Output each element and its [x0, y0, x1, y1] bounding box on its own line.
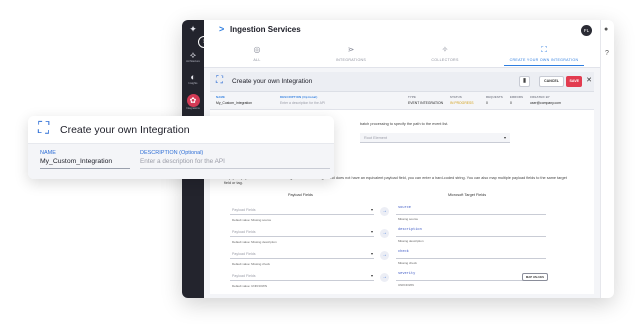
app-title: Ingestion Services — [230, 25, 301, 34]
nav-item-insights[interactable]: ◐ Insights — [184, 72, 202, 85]
target-fields-header: Microsoft Target Fields — [448, 193, 487, 197]
target-field[interactable]: severity UNKNOWN MAP VALUES — [396, 271, 554, 291]
payload-fields-header: Payload Fields — [288, 193, 313, 197]
meta-type: TYPE EVENT INTEGRATION — [408, 95, 444, 105]
cancel-button[interactable]: CANCEL — [539, 76, 564, 87]
arrow-right-icon[interactable]: → — [380, 207, 389, 216]
caret-down-icon: ▾ — [370, 251, 373, 256]
tab-collectors[interactable]: ✧ COLLECTORS — [400, 45, 490, 62]
create-integration-icon: ⛶ — [216, 75, 223, 86]
payload-field-select[interactable]: Payload Fields ▾ Default value: UNKNOWN — [228, 271, 376, 291]
root-element-select[interactable]: Root Element ▾ — [360, 133, 510, 143]
batch-text: batch processing to specify the path to … — [360, 122, 449, 126]
mapping-row: Payload Fields ▾ Default value: Missing … — [228, 249, 554, 269]
panel-header: ⛶ Create your own Integration ▮ CANCEL S… — [210, 72, 594, 92]
panel-title: Create your own Integration — [232, 78, 313, 85]
delete-button[interactable]: ▮ — [519, 76, 530, 87]
integration-meta: NAME My_Custom_Integration DESCRIPTION (… — [210, 92, 594, 110]
meta-status: STATUS IN PROGRESS — [450, 95, 474, 105]
zoom-callout: ⛶ Create your own Integration NAME My_Cu… — [28, 116, 334, 179]
payload-field-select[interactable]: Payload Fields ▾ Default value: Missing … — [228, 205, 376, 225]
callout-title: Create your own Integration — [60, 124, 190, 136]
arrow-right-icon[interactable]: → — [380, 229, 389, 238]
app-header: > Ingestion Services FL — [204, 20, 600, 42]
chat-icon[interactable]: ● — [604, 26, 608, 33]
arrow-right-icon[interactable]: → — [380, 273, 389, 282]
description-label: DESCRIPTION (Optional) — [140, 150, 204, 156]
network-icon: ⟡ — [190, 50, 196, 60]
meta-requests: REQUESTS 0 — [486, 95, 503, 105]
chevron-right-icon: > — [219, 24, 225, 34]
tab-integrations[interactable]: ⋗ INTEGRATIONS — [306, 45, 396, 62]
right-rail: ● ? — [600, 20, 614, 298]
caret-down-icon: ▾ — [370, 229, 373, 234]
moon-icon: ◐ — [190, 72, 196, 82]
target-field[interactable]: check Missing check — [396, 249, 554, 269]
caret-down-icon: ▾ — [370, 273, 373, 278]
trash-icon: ▮ — [522, 78, 527, 84]
name-field[interactable]: My_Custom_Integration — [40, 158, 112, 165]
close-icon[interactable]: ✕ — [586, 76, 592, 84]
logo-icon[interactable]: ✦ — [184, 24, 202, 34]
create-integration-panel: ⛶ Create your own Integration ▮ CANCEL S… — [210, 72, 594, 294]
meta-errors: ERRORS 0 — [510, 95, 524, 105]
description-field[interactable]: Enter a description for the API — [140, 158, 225, 165]
mapping-row: Payload Fields ▾ Default value: Missing … — [228, 227, 554, 247]
caret-down-icon: ▾ — [370, 207, 373, 212]
meta-created-by: CREATED BY user@company.com — [530, 95, 561, 105]
tab-bar: ◎ ALL ⋗ INTEGRATIONS ✧ COLLECTORS ⛶ CREA… — [204, 42, 600, 68]
create-integration-icon: ⛶ — [541, 45, 547, 54]
avatar[interactable]: FL — [581, 25, 592, 36]
save-button[interactable]: SAVE — [566, 76, 582, 87]
collectors-icon: ✧ — [441, 45, 449, 54]
target-field[interactable]: description Missing description — [396, 227, 554, 247]
callout-header: ⛶ Create your own Integration — [28, 116, 334, 144]
caret-down-icon: ▾ — [503, 135, 506, 140]
map-values-button[interactable]: MAP VALUES — [521, 273, 548, 281]
stage: ✦ ⟡ Architecture ◐ Insights ✿ Integratio… — [0, 0, 640, 324]
callout-body: NAME My_Custom_Integration DESCRIPTION (… — [28, 144, 334, 179]
integrations-icon: ✿ — [186, 94, 200, 107]
target-field[interactable]: source Missing source — [396, 205, 554, 225]
tab-all[interactable]: ◎ ALL — [212, 45, 302, 62]
payload-field-select[interactable]: Payload Fields ▾ Default value: Missing … — [228, 249, 376, 269]
nav-item-integrations[interactable]: ✿ Integrations — [184, 94, 202, 110]
name-label: NAME — [40, 150, 56, 156]
mapping-row: Payload Fields ▾ Default value: UNKNOWN … — [228, 271, 554, 291]
nav-item-architecture[interactable]: ⟡ Architecture — [184, 50, 202, 63]
meta-description[interactable]: DESCRIPTION (Optional) Enter a descripti… — [280, 95, 325, 105]
arrow-right-icon[interactable]: → — [380, 251, 389, 260]
payload-field-select[interactable]: Payload Fields ▾ Default value: Missing … — [228, 227, 376, 247]
help-icon[interactable]: ? — [605, 50, 609, 57]
meta-name[interactable]: NAME My_Custom_Integration — [216, 95, 252, 105]
create-integration-icon: ⛶ — [38, 120, 50, 137]
mapping-row: Payload Fields ▾ Default value: Missing … — [228, 205, 554, 225]
tab-create-integration[interactable]: ⛶ CREATE YOUR OWN INTEGRATION — [494, 45, 594, 66]
integrations-icon: ⋗ — [347, 45, 355, 54]
all-icon: ◎ — [253, 45, 261, 54]
